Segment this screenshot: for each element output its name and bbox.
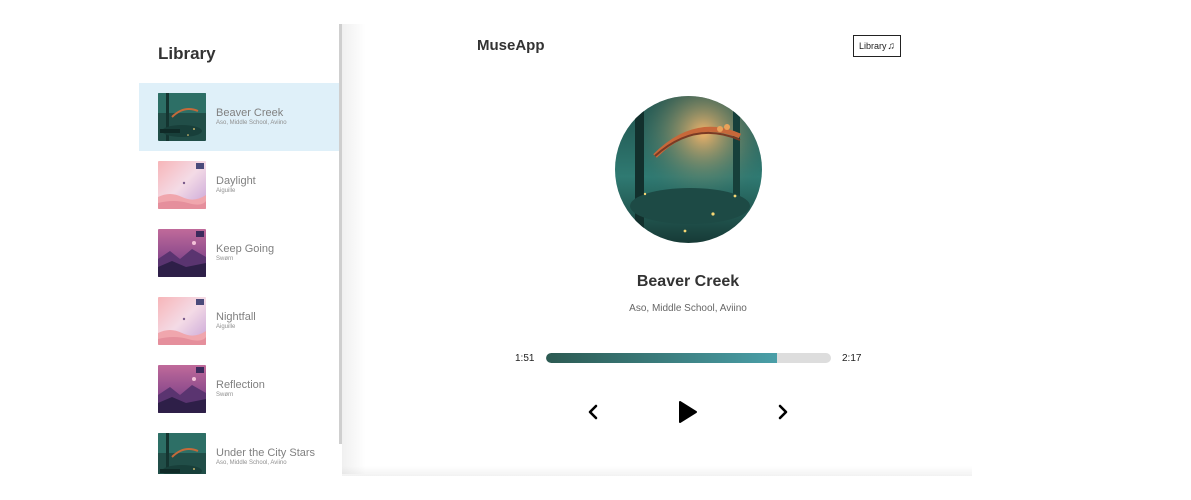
chevron-right-icon [778, 404, 788, 420]
library-button-label: Library [858, 41, 887, 51]
song-name: Reflection [216, 379, 265, 391]
song-artist: Swørn [216, 256, 234, 262]
music-note-icon: ♫ [887, 40, 896, 52]
library-song-item[interactable]: Nightfall Aiguille [139, 287, 339, 355]
app-title: MuseApp [477, 37, 545, 54]
library-title: Library [158, 44, 216, 63]
previous-track-button[interactable] [587, 404, 599, 420]
song-cover-thumbnail [158, 365, 206, 413]
next-track-button[interactable] [777, 404, 789, 420]
now-playing-title: Beaver Creek [636, 273, 740, 290]
sidebar-shadow [342, 24, 366, 474]
current-time: 1:51 [515, 353, 535, 364]
song-cover-thumbnail [158, 229, 206, 277]
song-artist: Aso, Middle School, Aviino [216, 120, 287, 126]
song-list: Beaver Creek Aso, Middle School, Aviino Da… [139, 83, 339, 474]
song-cover-thumbnail [158, 297, 206, 345]
now-playing-artist: Aso, Middle School, Aviino [629, 303, 747, 314]
total-time: 2:17 [842, 353, 862, 364]
song-name: Keep Going [216, 243, 275, 255]
library-sidebar: Library Beaver Creek Aso, Middle School, … [139, 24, 339, 474]
play-button[interactable] [678, 400, 698, 424]
library-song-item[interactable]: Beaver Creek Aso, Middle School, Aviino [139, 83, 339, 151]
song-name: Under the City Stars [216, 447, 316, 459]
chevron-left-icon [588, 404, 598, 420]
song-artist: Aso, Middle School, Aviino [216, 460, 287, 466]
progress-fill [546, 353, 777, 363]
song-artist: Swørn [216, 392, 234, 398]
library-song-item[interactable]: Keep Going Swørn [139, 219, 339, 287]
song-artist: Aiguille [216, 188, 236, 194]
song-artist: Aiguille [216, 324, 236, 330]
song-name: Daylight [216, 175, 256, 187]
player-bottom-shadow [342, 466, 972, 476]
library-song-item[interactable]: Daylight Aiguille [139, 151, 339, 219]
song-cover-thumbnail [158, 93, 206, 141]
library-song-item[interactable]: Reflection Swørn [139, 355, 339, 423]
song-name: Nightfall [216, 311, 256, 323]
library-song-item[interactable]: Under the City Stars Aso, Middle School, … [139, 423, 339, 474]
song-name: Beaver Creek [216, 107, 284, 119]
library-toggle-button[interactable]: Library ♫ [853, 35, 901, 57]
song-cover-thumbnail [158, 161, 206, 209]
play-icon [679, 401, 697, 423]
album-art [615, 96, 762, 243]
progress-track[interactable] [546, 353, 831, 363]
forest-artwork-image [615, 96, 762, 243]
song-cover-thumbnail [158, 433, 206, 474]
